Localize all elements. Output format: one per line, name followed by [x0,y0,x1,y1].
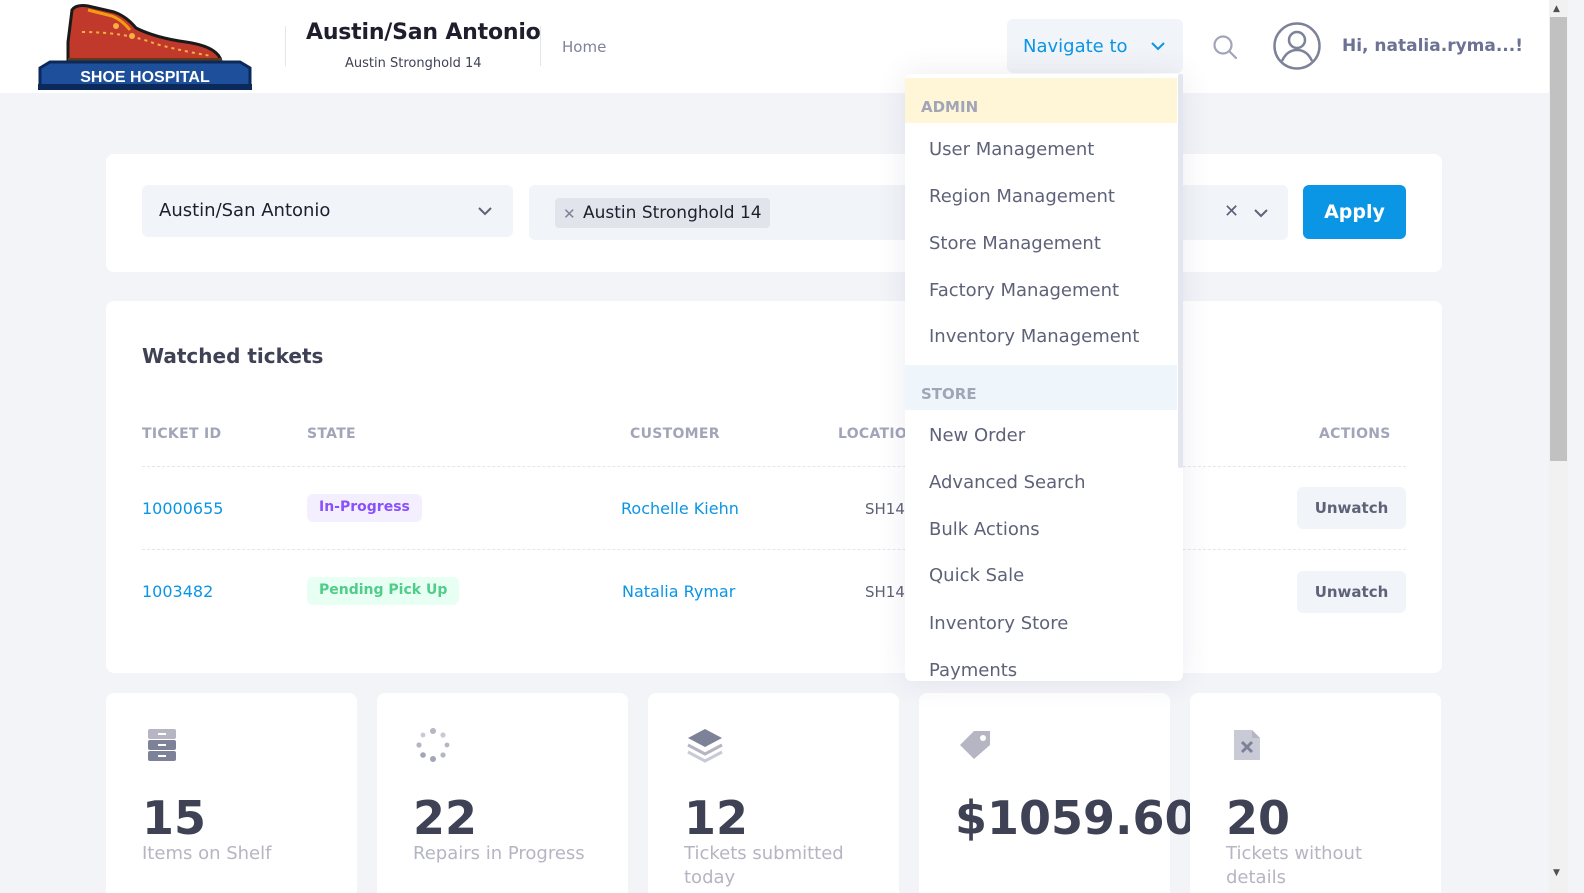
dropdown-scrollbar[interactable] [1178,74,1183,468]
column-header-ticket-id[interactable]: TICKET ID [142,426,221,442]
stat-value: 22 [413,791,478,845]
unwatch-button[interactable]: Unwatch [1297,487,1406,529]
menu-item-bulk-actions[interactable]: Bulk Actions [929,519,1040,540]
stat-label: Items on Shelf [142,843,272,864]
ticket-id-link[interactable]: 1003482 [142,582,213,601]
location-cell: SH14 [865,500,905,518]
chevron-down-icon [1149,37,1167,60]
top-header: SHOE HOSPITAL Austin/San Antonio Austin … [0,0,1549,93]
stat-value: 20 [1226,791,1291,845]
user-avatar-icon[interactable] [1273,22,1321,74]
tag-icon [958,729,992,765]
region-select[interactable]: Austin/San Antonio [142,185,513,237]
stat-value: $1059.60 [955,791,1197,845]
ticket-id-link[interactable]: 10000655 [142,499,223,518]
page-scrollbar-thumb[interactable] [1550,17,1567,461]
spinner-icon [415,727,451,767]
menu-item-payments[interactable]: Payments [929,660,1017,681]
menu-item-quick-sale[interactable]: Quick Sale [929,565,1024,586]
user-greeting[interactable]: Hi, natalia.ryma...! [1342,36,1523,56]
chevron-down-icon [477,203,493,224]
stat-value: 15 [142,791,207,845]
column-header-location[interactable]: LOCATIO [838,426,907,442]
menu-section-admin: ADMIN [905,78,1177,123]
stat-value: 12 [684,791,749,845]
store-subtitle: Austin Stronghold 14 [345,56,482,71]
menu-item-inventory-management[interactable]: Inventory Management [929,326,1139,347]
file-x-icon [1232,728,1262,766]
region-select-value: Austin/San Antonio [159,200,331,221]
layers-icon [686,727,724,767]
remove-chip-icon[interactable]: ✕ [563,205,576,223]
customer-link[interactable]: Rochelle Kiehn [621,499,739,518]
status-badge: In-Progress [307,494,422,522]
region-title: Austin/San Antonio [306,20,541,45]
menu-item-user-management[interactable]: User Management [929,139,1094,160]
menu-section-store: STORE [905,365,1177,410]
customer-link[interactable]: Natalia Rymar [622,582,735,601]
column-header-state[interactable]: STATE [307,426,356,442]
header-divider [285,26,286,66]
navigate-to-button[interactable]: Navigate to [1007,19,1183,73]
store-chip: ✕ Austin Stronghold 14 [555,198,770,228]
menu-item-region-management[interactable]: Region Management [929,186,1115,207]
stat-label: Tickets submitted today [684,843,844,888]
menu-item-advanced-search[interactable]: Advanced Search [929,472,1085,493]
svg-text:SHOE HOSPITAL: SHOE HOSPITAL [80,69,210,86]
stat-label: Tickets without details [1226,843,1363,888]
clear-selection-icon[interactable]: ✕ [1224,201,1239,222]
scroll-down-arrow-icon[interactable]: ▼ [1553,868,1560,878]
column-header-customer[interactable]: CUSTOMER [630,426,720,442]
menu-item-inventory-store[interactable]: Inventory Store [929,613,1068,634]
header-divider [540,26,541,66]
column-header-actions: ACTIONS [1319,426,1391,442]
navigate-dropdown-menu: ADMIN User Management Region Management … [905,74,1183,681]
menu-item-factory-management[interactable]: Factory Management [929,280,1119,301]
chevron-down-icon[interactable] [1253,205,1269,225]
apply-button[interactable]: Apply [1303,185,1406,239]
unwatch-button[interactable]: Unwatch [1297,571,1406,613]
watched-tickets-title: Watched tickets [142,344,324,368]
location-cell: SH14 [865,583,905,601]
status-badge: Pending Pick Up [307,577,460,605]
row-divider [142,549,1406,550]
home-link[interactable]: Home [562,38,606,56]
archive-icon [147,728,177,766]
store-chip-label: Austin Stronghold 14 [583,203,762,223]
menu-item-store-management[interactable]: Store Management [929,233,1101,254]
stat-label: Repairs in Progress [413,843,585,864]
scroll-up-arrow-icon[interactable]: ▲ [1553,4,1560,14]
row-divider [142,466,1406,467]
navigate-to-label: Navigate to [1023,35,1128,57]
shoe-hospital-logo[interactable]: SHOE HOSPITAL [36,2,254,92]
search-icon[interactable] [1212,34,1238,64]
menu-item-new-order[interactable]: New Order [929,425,1025,446]
